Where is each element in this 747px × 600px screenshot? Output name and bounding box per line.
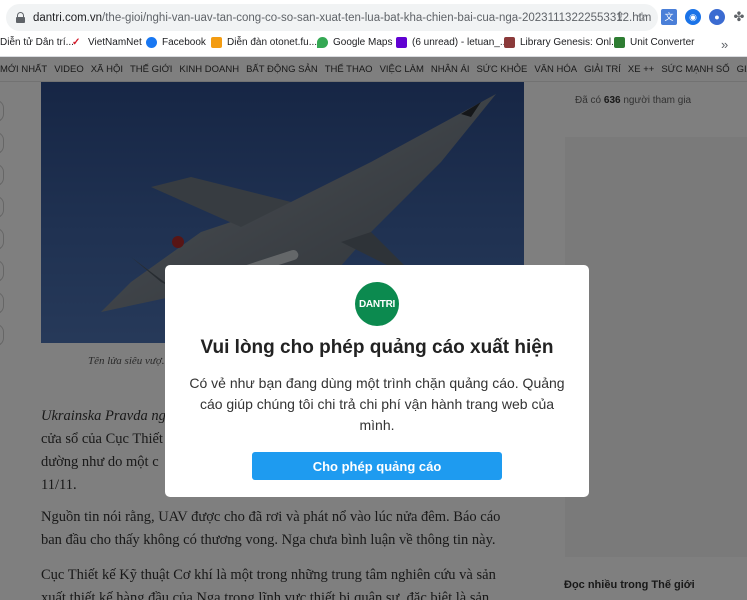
allow-ads-button[interactable]: Cho phép quảng cáo bbox=[252, 452, 502, 480]
bookmark-label: Google Maps bbox=[333, 37, 393, 48]
facebook-icon bbox=[146, 37, 157, 48]
translate-extension-icon[interactable]: 文 bbox=[661, 9, 677, 25]
mail-icon bbox=[396, 37, 407, 48]
vietnamnet-icon: ✓ bbox=[72, 37, 81, 48]
bookmark-label: Diễn tử Dân trí... bbox=[0, 37, 74, 48]
bookmark-label: Diễn đàn otonet.fu... bbox=[227, 37, 318, 48]
lock-icon bbox=[16, 12, 25, 23]
bookmark-label: Library Genesis: Onl... bbox=[520, 37, 620, 48]
unit-converter-icon bbox=[614, 37, 625, 48]
bookmark-google-maps[interactable]: Google Maps bbox=[317, 37, 392, 48]
share-icon[interactable]: ⇪ bbox=[612, 9, 628, 25]
library-icon bbox=[504, 37, 515, 48]
bookmark-library-genesis[interactable]: Library Genesis: Onl... bbox=[504, 37, 619, 48]
url-path: /the-gioi/nghi-van-uav-tan-cong-co-so-sa… bbox=[102, 11, 652, 24]
google-maps-icon bbox=[317, 37, 328, 48]
star-icon[interactable]: ☆ bbox=[634, 9, 650, 25]
extensions-puzzle-icon[interactable]: ✤ bbox=[731, 9, 747, 25]
bookmark-label: (6 unread) - letuan_... bbox=[412, 37, 509, 48]
bookmark-yahoo-mail[interactable]: (6 unread) - letuan_... bbox=[396, 37, 508, 48]
modal-message: Có vẻ như bạn đang dùng một trình chặn q… bbox=[189, 375, 565, 433]
bookmark-label: Facebook bbox=[162, 37, 206, 48]
bookmark-vietnamnet[interactable]: ✓ VietNamNet bbox=[72, 37, 142, 48]
bookmark-otonet[interactable]: Diễn đàn otonet.fu... bbox=[211, 37, 317, 48]
bookmark-label: Unit Converter bbox=[630, 37, 695, 48]
bookmark-facebook[interactable]: Facebook bbox=[146, 37, 206, 48]
adblock-modal: DANTRI Vui lòng cho phép quảng cáo xuất … bbox=[165, 265, 589, 497]
bookmark-dantri[interactable]: Diễn tử Dân trí... bbox=[0, 37, 74, 48]
extension-icon[interactable]: ◉ bbox=[685, 9, 701, 25]
bookmarks-bar: Diễn tử Dân trí... ✓ VietNamNet Facebook … bbox=[0, 34, 747, 54]
otonet-icon bbox=[211, 37, 222, 48]
url-field[interactable]: dantri.com.vn/the-gioi/nghi-van-uav-tan-… bbox=[6, 4, 658, 31]
bookmarks-overflow-icon[interactable]: » bbox=[721, 37, 728, 52]
address-bar: dantri.com.vn/the-gioi/nghi-van-uav-tan-… bbox=[0, 0, 747, 34]
dantri-logo: DANTRI bbox=[355, 282, 399, 326]
url-domain: dantri.com.vn bbox=[33, 11, 103, 24]
bookmark-label: VietNamNet bbox=[88, 37, 142, 48]
modal-title: Vui lòng cho phép quảng cáo xuất hiện bbox=[200, 337, 554, 358]
bookmark-unit-converter[interactable]: Unit Converter bbox=[614, 37, 694, 48]
extension-icon-2[interactable]: ● bbox=[709, 9, 725, 25]
